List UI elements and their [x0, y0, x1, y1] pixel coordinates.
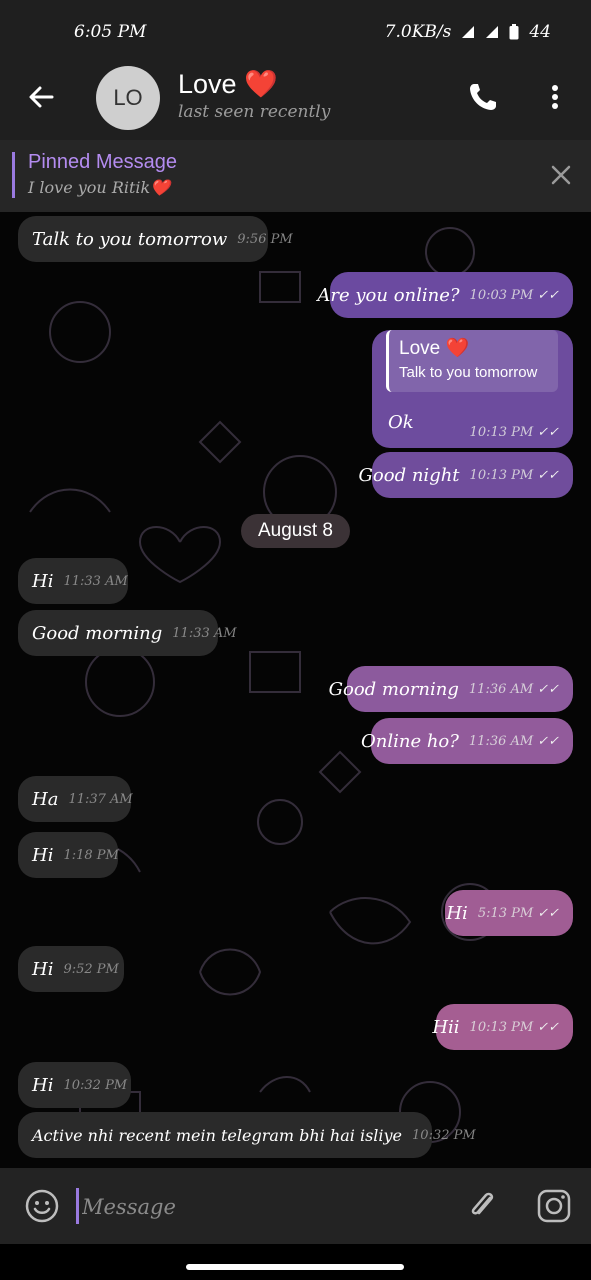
close-icon[interactable]	[548, 162, 574, 188]
double-check-icon: ✓✓	[537, 467, 559, 483]
message-text: Ha	[32, 788, 59, 810]
message-bubble-outgoing[interactable]: Good morning 11:36 AM ✓✓	[329, 666, 573, 712]
status-bar: 6:05 PM 7.0KB/s 44	[0, 0, 591, 64]
chat-title[interactable]: Love ❤️	[178, 68, 278, 100]
message-time: 11:33 AM	[172, 625, 237, 641]
message-text: Talk to you tomorrow	[32, 228, 228, 250]
double-check-icon: ✓✓	[537, 287, 559, 303]
reply-preview[interactable]: Love ❤️ Talk to you tomorrow	[386, 330, 558, 392]
message-bubble-incoming[interactable]: Hi 9:52 PM	[18, 946, 124, 992]
message-composer	[0, 1168, 591, 1244]
pinned-text: I love you Ritik❤️	[28, 178, 171, 197]
message-input[interactable]	[80, 1190, 444, 1224]
message-bubble-outgoing[interactable]: Hii 10:13 PM ✓✓	[432, 1004, 573, 1050]
message-text: Active nhi recent mein telegram bhi hai …	[32, 1125, 403, 1145]
message-text: Hi	[32, 570, 54, 592]
message-bubble-outgoing[interactable]: Hi 5:13 PM ✓✓	[445, 890, 573, 936]
message-time: 10:03 PM	[469, 287, 534, 303]
phone-icon[interactable]	[466, 80, 500, 114]
chat-header: LO Love ❤️ last seen recently	[0, 64, 591, 140]
signal-icon	[462, 26, 475, 38]
message-time: 10:13 PM	[469, 425, 534, 440]
double-check-icon: ✓✓	[537, 733, 559, 749]
message-text: Hi	[32, 844, 54, 866]
message-text: Good morning	[32, 622, 163, 644]
message-bubble-incoming[interactable]: Talk to you tomorrow 9:56 PM	[18, 216, 293, 262]
status-time: 6:05 PM	[74, 22, 147, 42]
message-time: 10:32 PM	[412, 1127, 476, 1143]
message-text: Good morning	[328, 678, 459, 700]
message-bubble-incoming[interactable]: Ha 11:37 AM	[18, 776, 133, 822]
signal-icon-2	[486, 26, 499, 38]
double-check-icon: ✓✓	[537, 1019, 559, 1035]
pinned-message-bar[interactable]: Pinned Message I love you Ritik❤️	[0, 140, 591, 212]
message-text: Hi	[32, 1074, 54, 1096]
message-time: 5:13 PM	[477, 905, 534, 921]
battery-level: 44	[529, 22, 551, 42]
avatar[interactable]: LO	[96, 66, 160, 130]
system-nav-bar	[0, 1244, 591, 1280]
double-check-icon: ✓✓	[537, 425, 559, 440]
message-text: Hi	[32, 958, 54, 980]
chat-subtitle: last seen recently	[178, 102, 331, 122]
message-time: 11:33 AM	[63, 573, 128, 589]
message-time: 11:37 AM	[68, 791, 133, 807]
message-text: Ok	[388, 412, 414, 433]
message-time: 9:52 PM	[63, 961, 119, 977]
message-bubble-incoming[interactable]: Good morning 11:33 AM	[18, 610, 237, 656]
back-arrow-icon[interactable]	[24, 80, 58, 114]
home-gesture-handle[interactable]	[186, 1264, 404, 1270]
message-bubble-outgoing[interactable]: Are you online? 10:03 PM ✓✓	[317, 272, 573, 318]
message-bubble-outgoing[interactable]: Good night 10:13 PM ✓✓	[359, 452, 573, 498]
message-text: Hii	[432, 1016, 460, 1038]
message-text: Good night	[358, 464, 460, 486]
pinned-title: Pinned Message	[28, 151, 177, 173]
status-icons: 7.0KB/s 44	[385, 22, 551, 42]
message-bubble-incoming[interactable]: Active nhi recent mein telegram bhi hai …	[18, 1112, 476, 1158]
message-text: Online ho?	[360, 730, 459, 752]
message-time: 11:36 AM	[468, 681, 534, 697]
message-bubble-outgoing[interactable]: Online ho? 11:36 AM ✓✓	[361, 718, 573, 764]
double-check-icon: ✓✓	[537, 905, 559, 921]
message-time: 11:36 AM	[468, 733, 534, 749]
reply-author: Love ❤️	[399, 338, 470, 359]
date-divider: August 8	[241, 514, 350, 548]
text-cursor	[76, 1188, 79, 1224]
message-bubble-incoming[interactable]: Hi 10:32 PM	[18, 1062, 131, 1108]
attach-icon[interactable]	[466, 1188, 500, 1224]
battery-icon	[509, 24, 519, 40]
network-speed: 7.0KB/s	[384, 22, 452, 42]
message-text: Hi	[446, 902, 468, 924]
message-bubble-incoming[interactable]: Hi 1:18 PM	[18, 832, 119, 878]
message-text: Are you online?	[317, 284, 460, 306]
message-bubble-incoming[interactable]: Hi 11:33 AM	[18, 558, 128, 604]
message-time: 10:32 PM	[63, 1077, 128, 1093]
emoji-icon[interactable]	[24, 1188, 60, 1224]
double-check-icon: ✓✓	[537, 681, 559, 697]
message-time: 1:18 PM	[63, 847, 119, 863]
chat-area[interactable]: Talk to you tomorrow 9:56 PM Are you onl…	[0, 212, 591, 1168]
message-time: 10:13 PM	[469, 1019, 534, 1035]
message-time: 9:56 PM	[237, 231, 293, 247]
pinned-accent-bar	[12, 152, 15, 198]
more-vert-icon[interactable]	[540, 80, 570, 114]
camera-icon[interactable]	[536, 1188, 572, 1224]
message-time: 10:13 PM	[469, 467, 534, 483]
reply-text: Talk to you tomorrow	[399, 364, 538, 381]
